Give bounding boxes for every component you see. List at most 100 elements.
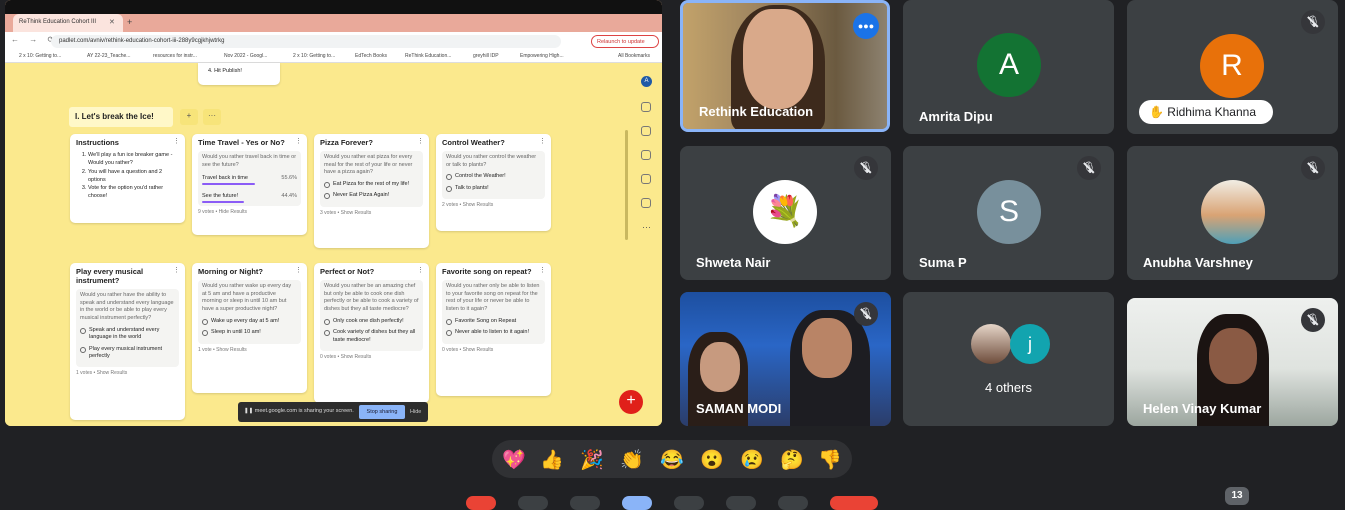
camera-toggle-button[interactable] (518, 496, 548, 510)
poll-option[interactable]: Never able to listen to it again! (446, 329, 541, 337)
scrollbar[interactable] (625, 130, 628, 240)
add-post-button[interactable]: + (619, 390, 643, 414)
music-card[interactable]: ⋮ Play every musical instrument? Would y… (70, 263, 185, 420)
poll-option[interactable]: Favorite Song on Repeat (446, 318, 541, 326)
poll: Would you rather be an amazing chef but … (320, 280, 423, 352)
url-input[interactable]: padlet.com/avniv/rethink-education-cohor… (51, 35, 561, 48)
present-button[interactable] (622, 496, 652, 510)
participant-tile-suma[interactable]: 🎙 S Suma P (903, 146, 1114, 280)
pizza-card[interactable]: ⋮ Pizza Forever? Would you rather eat pi… (314, 134, 429, 248)
party-popper-icon[interactable]: 🎉 (580, 448, 604, 472)
results-toggle[interactable]: Show Results (463, 202, 494, 208)
more-icon[interactable]: ⋮ (539, 137, 546, 145)
results-toggle[interactable]: Show Results (463, 347, 494, 353)
poll-option[interactable]: Wake up every day at 5 am! (202, 318, 297, 326)
more-icon[interactable]: ⋮ (417, 266, 424, 274)
bookmark-item[interactable]: AY 22-23_Teache... (87, 53, 130, 59)
result-bar (202, 201, 245, 204)
participant-tile-others[interactable]: j 4 others (903, 292, 1114, 426)
perfect-card[interactable]: ⋮ Perfect or Not? Would you rather be an… (314, 263, 429, 403)
participant-tile-anubha[interactable]: 🎙 Anubha Varshney (1127, 146, 1338, 280)
poll-option[interactable]: Eat Pizza for the rest of my life! (324, 181, 419, 189)
reactions-button[interactable] (674, 496, 704, 510)
instructions-card[interactable]: ⋮ Instructions We'll play a fun ice brea… (70, 134, 185, 223)
more-icon[interactable]: ⋮ (417, 137, 424, 145)
bookmark-item[interactable]: All Bookmarks (618, 53, 650, 59)
poll-option[interactable]: Sleep in until 10 am! (202, 329, 297, 337)
list-item: We'll play a fun ice breaker game - Woul… (88, 151, 179, 168)
poll-option[interactable]: Never Eat Pizza Again! (324, 192, 419, 200)
results-toggle[interactable]: Show Results (341, 210, 372, 216)
leave-call-button[interactable] (830, 496, 878, 510)
bookmark-item[interactable]: 2 x 10: Getting to... (293, 53, 335, 59)
stop-sharing-button[interactable]: Stop sharing (359, 405, 405, 419)
participant-tile-shweta[interactable]: 🎙 💐 Shweta Nair (680, 146, 891, 280)
section-more-button[interactable]: ··· (203, 109, 221, 125)
bookmark-item[interactable]: Empowering High... (520, 53, 564, 59)
bookmark-item[interactable]: resources for instr... (153, 53, 197, 59)
share-icon[interactable] (641, 102, 651, 112)
tears-of-joy-icon[interactable]: 😂 (660, 448, 684, 472)
settings-icon[interactable] (641, 198, 651, 208)
bookmark-item[interactable]: EdTech Books (355, 53, 387, 59)
more-icon[interactable]: ⋮ (295, 266, 302, 274)
bookmark-item[interactable]: greyhill IDP (473, 53, 499, 59)
mic-toggle-button[interactable] (466, 496, 496, 510)
weather-card[interactable]: ⋮ Control Weather? Would you rather cont… (436, 134, 551, 231)
results-toggle[interactable]: Show Results (216, 347, 247, 353)
photo-avatar (1201, 180, 1265, 244)
poll-option[interactable]: See the future! 44.4% (202, 193, 297, 204)
bookmark-item[interactable]: Nov 2022 - Googl... (224, 53, 267, 59)
poll-option[interactable]: Control the Weather! (446, 173, 541, 181)
more-icon[interactable]: ··· (642, 222, 651, 232)
poll-option[interactable]: Talk to plants! (446, 185, 541, 193)
more-icon[interactable]: ⋮ (173, 137, 180, 145)
participant-tile-helen[interactable]: 🎙 Helen Vinay Kumar (1127, 298, 1338, 426)
clapping-hands-icon[interactable]: 👏 (620, 448, 644, 472)
thumbs-down-icon[interactable]: 👎 (818, 448, 842, 472)
more-options-button[interactable] (778, 496, 808, 510)
sparkling-heart-icon[interactable]: 💖 (502, 448, 526, 472)
more-icon[interactable]: ⋮ (173, 266, 180, 274)
close-tab-icon[interactable]: ✕ (109, 18, 115, 26)
bell-icon[interactable] (641, 150, 651, 160)
poll-option[interactable]: Travel back in time 55.6% (202, 175, 297, 186)
relaunch-button[interactable]: Relaunch to update (591, 35, 659, 48)
results-toggle[interactable]: Show Results (341, 354, 372, 360)
url-text: padlet.com/avniv/rethink-education-cohor… (59, 38, 225, 44)
results-toggle[interactable]: Show Results (97, 370, 128, 376)
poll-option[interactable]: Only cook one dish perfectly! (324, 318, 419, 326)
participant-tile-amrita[interactable]: A Amrita Dipu (903, 0, 1114, 134)
surprised-face-icon[interactable]: 😮 (700, 448, 724, 472)
participant-count-badge[interactable]: 13 (1225, 487, 1249, 505)
results-toggle[interactable]: Hide Results (219, 209, 247, 215)
song-card[interactable]: ⋮ Favorite song on repeat? Would you rat… (436, 263, 551, 396)
bookmark-item[interactable]: 2 x 10: Getting to... (19, 53, 61, 59)
section-add-button[interactable]: + (180, 109, 198, 125)
new-tab-icon[interactable]: + (127, 17, 132, 27)
captions-button[interactable] (570, 496, 600, 510)
raise-hand-button[interactable] (726, 496, 756, 510)
morning-card[interactable]: ⋮ Morning or Night? Would you rather wak… (192, 263, 307, 393)
crying-face-icon[interactable]: 😢 (740, 448, 764, 472)
participant-tile-saman[interactable]: 🎙 SAMAN MODI (680, 292, 891, 426)
more-icon[interactable]: ⋮ (295, 137, 302, 145)
poll: Would you rather have the ability to spe… (76, 289, 179, 368)
slideshow-icon[interactable] (641, 126, 651, 136)
bookmark-item[interactable]: ReThink Education... (405, 53, 451, 59)
poll-option[interactable]: Speak and understand every language in t… (80, 327, 175, 342)
previous-card[interactable]: 4. Hit Publish! (198, 63, 280, 85)
time-travel-card[interactable]: ⋮ Time Travel - Yes or No? Would you rat… (192, 134, 307, 235)
thinking-face-icon[interactable]: 🤔 (780, 448, 804, 472)
play-icon[interactable] (641, 174, 651, 184)
thumbs-up-icon[interactable]: 👍 (540, 448, 564, 472)
poll-option[interactable]: Play every musical instrument perfectly (80, 346, 175, 361)
participant-tile-rethink[interactable]: ●●● Rethink Education (680, 0, 890, 132)
list-item: Vote for the option you'd rather choose! (88, 184, 179, 201)
poll-option[interactable]: Cook variety of dishes but they all tast… (324, 329, 419, 344)
more-icon[interactable]: ⋮ (539, 266, 546, 274)
participant-name: Helen Vinay Kumar (1143, 401, 1262, 416)
section-title[interactable]: I. Let's break the Ice! (69, 107, 173, 127)
hide-share-bar-button[interactable]: Hide (410, 405, 421, 419)
browser-tab[interactable]: ReThink Education Cohort III (13, 14, 123, 32)
